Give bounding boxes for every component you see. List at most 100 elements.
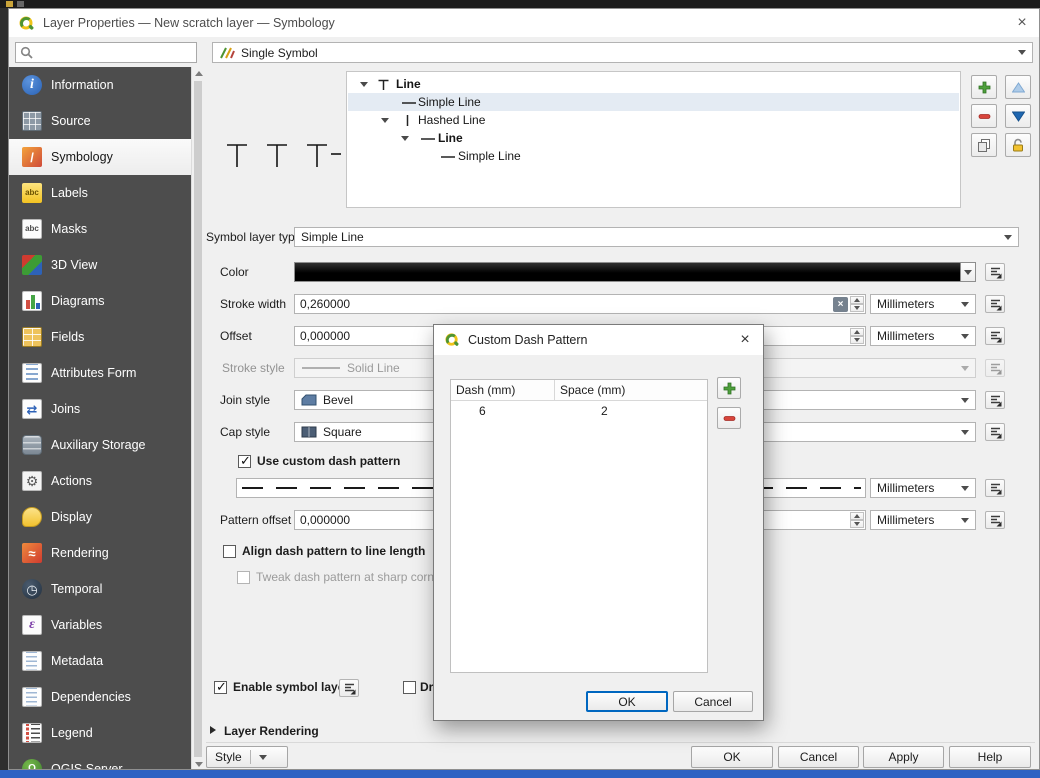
tree-item-line-sub[interactable]: Line [348, 129, 959, 147]
spin-up-icon[interactable] [850, 512, 864, 520]
cancel-button[interactable]: Cancel [778, 746, 859, 768]
color-label: Color [220, 262, 249, 282]
column-header-dash[interactable]: Dash (mm) [451, 380, 555, 400]
align-dash-checkbox[interactable] [223, 545, 236, 558]
sidebar-item-information[interactable]: Information [9, 67, 191, 103]
layer-rendering-header[interactable]: Layer Rendering [224, 721, 319, 741]
space-cell[interactable]: 2 [555, 404, 707, 418]
pattern-offset-stepper[interactable] [850, 512, 864, 528]
tree-item-hashed-line[interactable]: Hashed Line [348, 111, 959, 129]
expander-icon[interactable] [381, 118, 389, 123]
style-button[interactable]: Style [206, 746, 288, 768]
plus-icon [723, 382, 736, 395]
tree-item-line[interactable]: Line [348, 75, 959, 93]
use-custom-dash-checkbox[interactable] [238, 455, 251, 468]
data-defined-override-button[interactable] [985, 479, 1005, 497]
spin-down-icon[interactable] [850, 304, 864, 312]
sidebar-item-labels[interactable]: Labels [9, 175, 191, 211]
scroll-down-icon[interactable] [195, 762, 203, 767]
offset-stepper[interactable] [850, 328, 864, 344]
data-defined-override-button[interactable] [985, 423, 1005, 441]
dash-unit-dropdown[interactable]: Millimeters [870, 478, 976, 498]
data-defined-override-button[interactable] [985, 391, 1005, 409]
symbol-mode-dropdown[interactable]: Single Symbol [212, 42, 1033, 63]
sidebar-item-3d-view[interactable]: 3D View [9, 247, 191, 283]
sidebar-item-temporal[interactable]: Temporal [9, 571, 191, 607]
pattern-offset-value: 0,000000 [300, 513, 350, 527]
spin-down-icon[interactable] [850, 336, 864, 344]
data-defined-override-button[interactable] [985, 295, 1005, 313]
color-button[interactable] [294, 262, 976, 282]
tree-item-simple-line[interactable]: Simple Line [348, 93, 959, 111]
chevron-down-icon [961, 430, 969, 435]
simple-line-glyph-icon [440, 153, 456, 161]
stroke-width-input[interactable]: 0,260000 [294, 294, 866, 314]
data-defined-override-button[interactable] [985, 511, 1005, 529]
duplicate-symbol-layer-button[interactable] [971, 133, 997, 157]
modal-ok-button[interactable]: OK [586, 691, 668, 712]
add-symbol-layer-button[interactable] [971, 75, 997, 99]
sidebar-item-symbology[interactable]: Symbology [9, 139, 191, 175]
enable-symbol-layer-checkbox[interactable] [214, 681, 227, 694]
windows-taskbar [0, 770, 1040, 778]
stroke-width-unit-dropdown[interactable]: Millimeters [870, 294, 976, 314]
dialog-titlebar[interactable]: Layer Properties — New scratch layer — S… [9, 9, 1039, 37]
scroll-up-icon[interactable] [195, 71, 203, 76]
dash-cell[interactable]: 6 [451, 404, 555, 418]
sidebar-item-auxiliary-storage[interactable]: Auxiliary Storage [9, 427, 191, 463]
expander-icon[interactable] [360, 82, 368, 87]
sidebar-item-masks[interactable]: Masks [9, 211, 191, 247]
data-defined-icon [989, 298, 1002, 311]
symbol-layer-type-dropdown[interactable]: Simple Line [294, 227, 1019, 247]
sidebar-item-variables[interactable]: Variables [9, 607, 191, 643]
color-dropdown[interactable] [960, 263, 975, 281]
use-custom-dash-label: Use custom dash pattern [257, 454, 400, 469]
spin-up-icon[interactable] [850, 328, 864, 336]
apply-button[interactable]: Apply [863, 746, 944, 768]
sidebar-item-source[interactable]: Source [9, 103, 191, 139]
sidebar-item-display[interactable]: Display [9, 499, 191, 535]
lock-color-button[interactable] [1005, 133, 1031, 157]
help-button[interactable]: Help [949, 746, 1031, 768]
modal-titlebar[interactable]: Custom Dash Pattern × [434, 325, 763, 355]
move-down-button[interactable] [1005, 104, 1031, 128]
modal-cancel-button[interactable]: Cancel [673, 691, 753, 712]
remove-dash-row-button[interactable] [717, 407, 741, 429]
sidebar-item-label: Source [51, 114, 91, 128]
move-up-button[interactable] [1005, 75, 1031, 99]
offset-unit-dropdown[interactable]: Millimeters [870, 326, 976, 346]
expander-icon[interactable] [401, 136, 409, 141]
ok-button[interactable]: OK [691, 746, 773, 768]
spin-up-icon[interactable] [850, 296, 864, 304]
column-header-space[interactable]: Space (mm) [555, 380, 707, 400]
tree-item-simple-line-sub[interactable]: Simple Line [348, 147, 959, 165]
sidebar-item-actions[interactable]: Actions [9, 463, 191, 499]
sidebar-item-rendering[interactable]: Rendering [9, 535, 191, 571]
add-dash-row-button[interactable] [717, 377, 741, 399]
sidebar-item-attributes-form[interactable]: Attributes Form [9, 355, 191, 391]
sidebar-item-legend[interactable]: Legend [9, 715, 191, 751]
clear-value-icon[interactable] [833, 297, 848, 312]
pattern-offset-unit-dropdown[interactable]: Millimeters [870, 510, 976, 530]
sidebar-item-fields[interactable]: Fields [9, 319, 191, 355]
search-input[interactable] [37, 46, 192, 60]
data-defined-override-button[interactable] [339, 679, 359, 697]
sidebar-item-joins[interactable]: Joins [9, 391, 191, 427]
sidebar-item-diagrams[interactable]: Diagrams [9, 283, 191, 319]
sidebar-scrollbar[interactable] [191, 67, 204, 770]
spin-down-icon[interactable] [850, 520, 864, 528]
data-defined-override-button[interactable] [985, 263, 1005, 281]
collapse-arrow-icon[interactable] [210, 726, 216, 734]
search-box[interactable] [15, 42, 197, 63]
scrollbar-thumb[interactable] [194, 81, 202, 757]
stroke-width-stepper[interactable] [850, 296, 864, 312]
sidebar-item-qgis-server[interactable]: QGIS Server [9, 751, 191, 770]
data-defined-override-button[interactable] [985, 327, 1005, 345]
table-row[interactable]: 6 2 [451, 401, 707, 420]
remove-symbol-layer-button[interactable] [971, 104, 997, 128]
sidebar-item-dependencies[interactable]: Dependencies [9, 679, 191, 715]
close-button[interactable]: × [1005, 9, 1039, 37]
draw-effects-checkbox[interactable] [403, 681, 416, 694]
sidebar-item-metadata[interactable]: Metadata [9, 643, 191, 679]
modal-close-button[interactable]: × [727, 325, 763, 355]
